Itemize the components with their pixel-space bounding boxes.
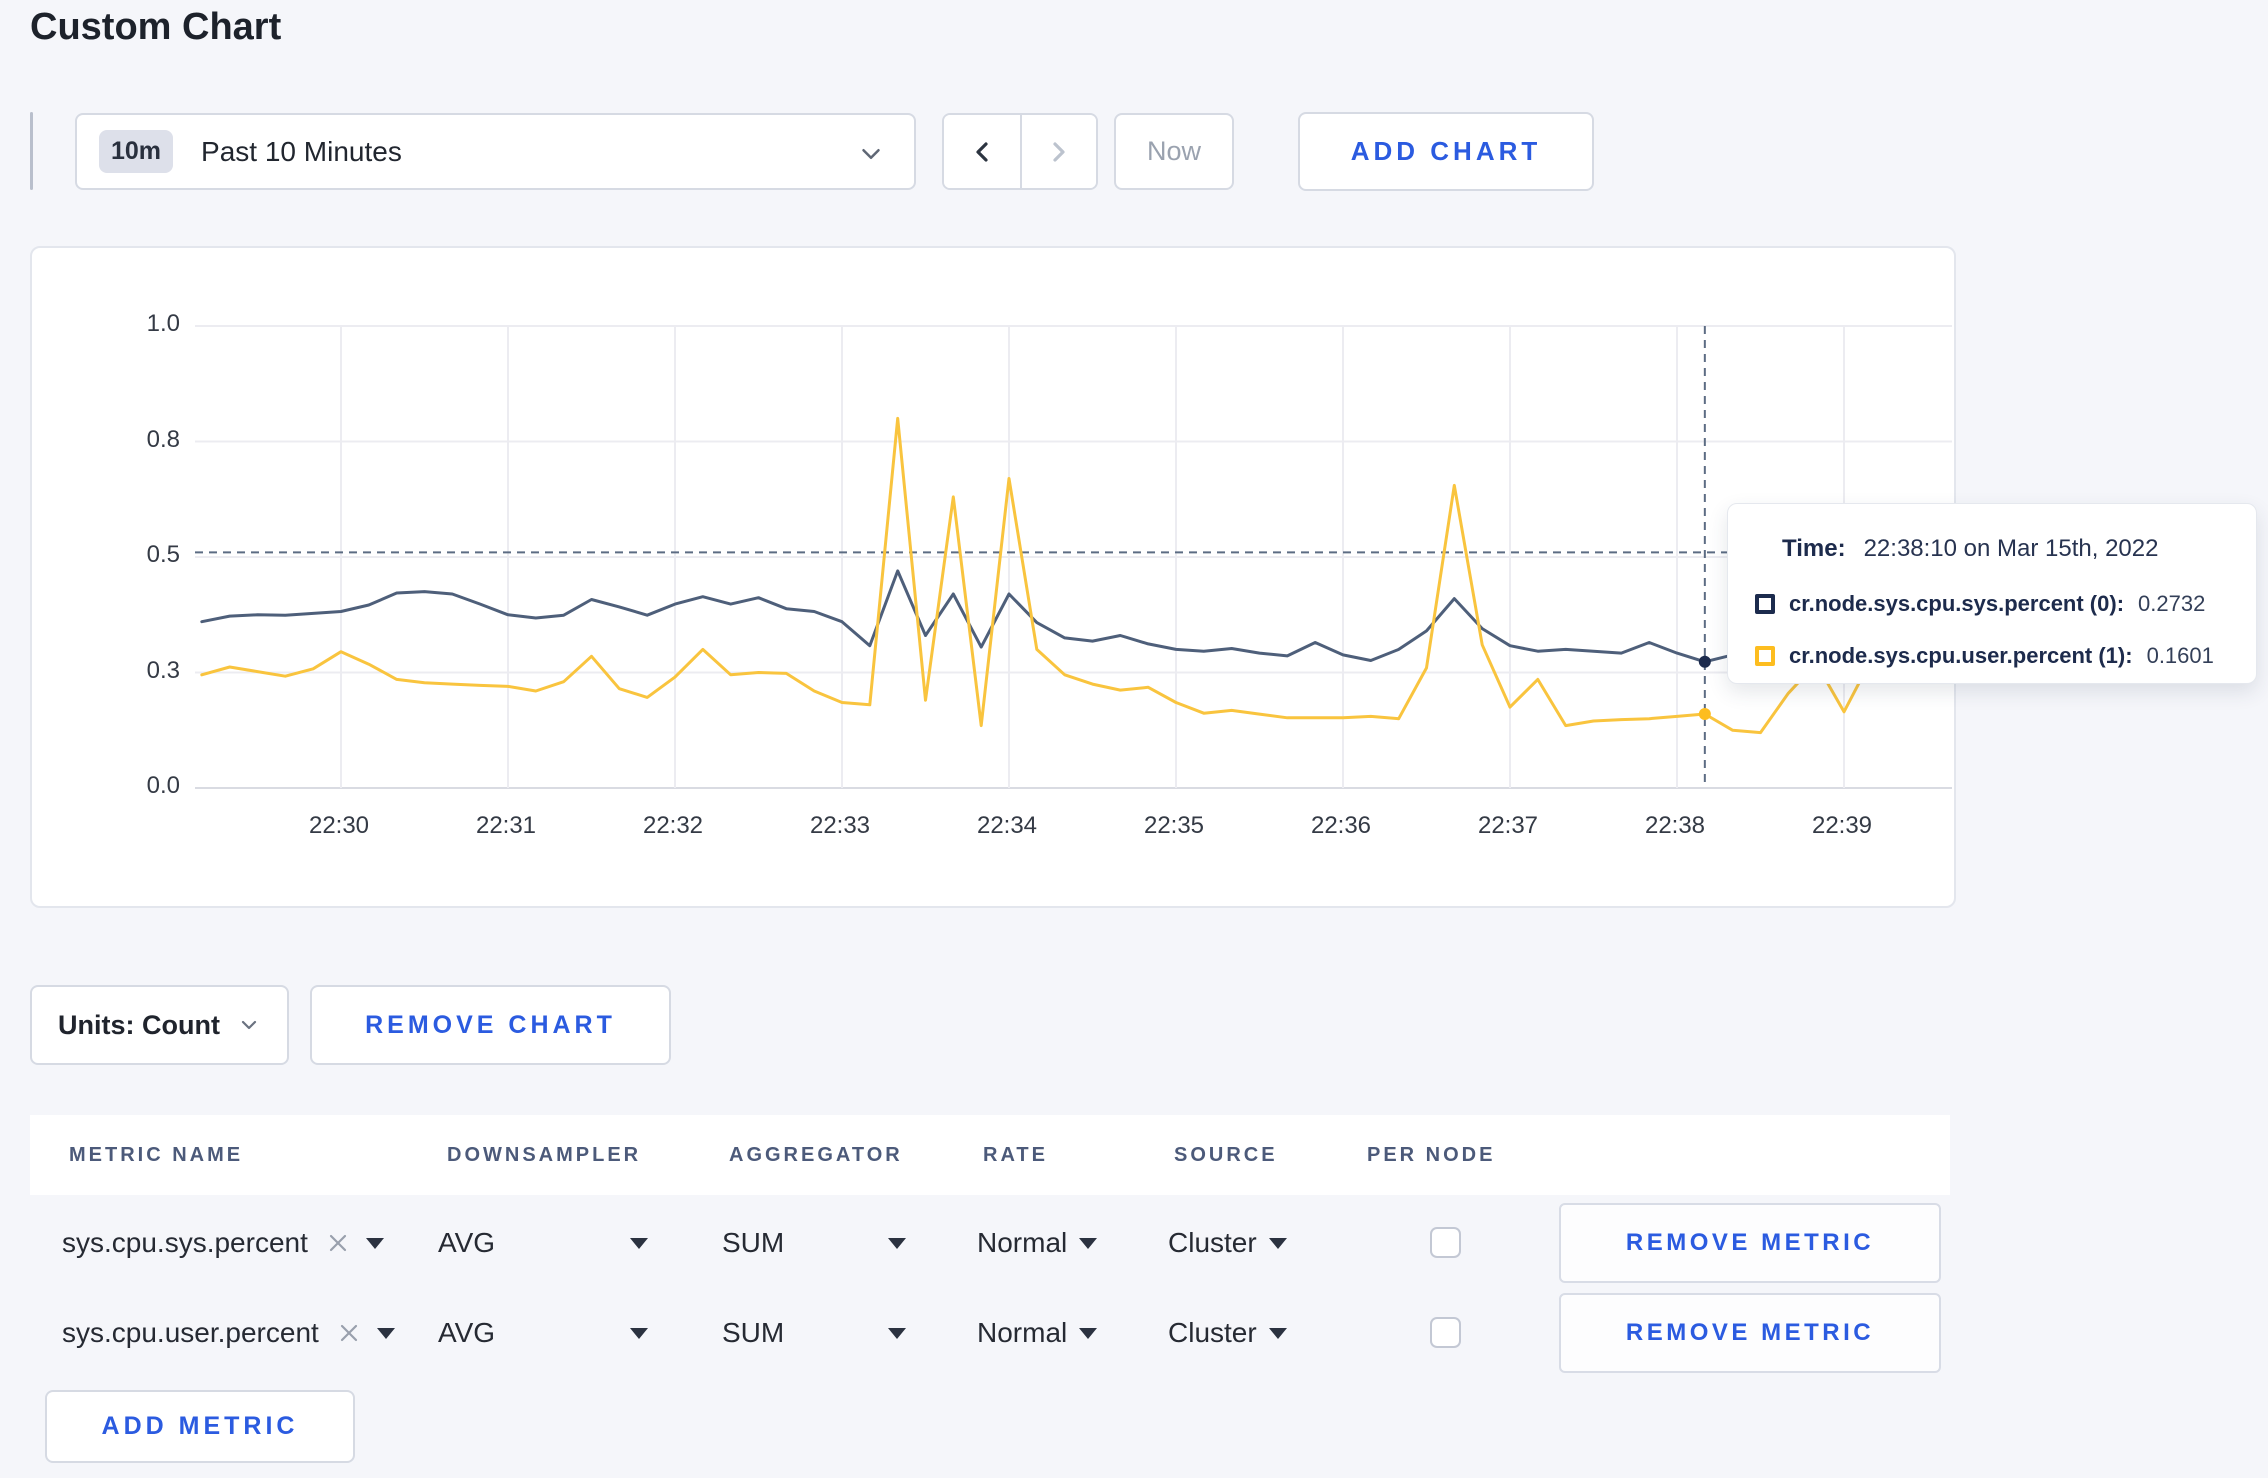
downsampler-caret[interactable]	[630, 1292, 648, 1374]
remove-chart-button[interactable]: REMOVE CHART	[310, 985, 671, 1065]
aggregator-select[interactable]: SUM	[722, 1292, 784, 1374]
prev-timerange-button[interactable]	[944, 115, 1020, 188]
metric-table-row: sys.cpu.user.percent AVG SUM Normal Clus…	[30, 1292, 1950, 1374]
next-timerange-button[interactable]	[1020, 115, 1096, 188]
time-range-label: Past 10 Minutes	[201, 135, 402, 167]
caret-down-icon	[1268, 1237, 1287, 1249]
downsampler-value: AVG	[438, 1317, 496, 1348]
rate-value: Normal	[977, 1317, 1068, 1348]
downsampler-select[interactable]: AVG	[438, 1292, 495, 1374]
tooltip-series-value: 0.1601	[2146, 643, 2214, 668]
remove-metric-button[interactable]: REMOVE METRIC	[1559, 1293, 1941, 1373]
caret-down-icon	[1079, 1327, 1098, 1339]
tooltip-series-value: 0.2732	[2138, 591, 2206, 616]
add-chart-button[interactable]: ADD CHART	[1298, 112, 1594, 191]
tooltip-series-name: cr.node.sys.cpu.user.percent (1):	[1789, 643, 2133, 668]
downsampler-value: AVG	[438, 1227, 496, 1258]
chart-panel	[30, 246, 1958, 910]
time-range-badge: 10m	[99, 130, 174, 173]
per-node-checkbox[interactable]	[1430, 1227, 1461, 1258]
caret-down-icon	[630, 1327, 648, 1339]
tooltip-time-row: Time: 22:38:10 on Mar 15th, 2022	[1782, 535, 2158, 563]
chart-hover-tooltip: Time: 22:38:10 on Mar 15th, 2022 cr.node…	[1727, 503, 2257, 684]
now-button[interactable]: Now	[1114, 113, 1234, 190]
time-nav-group	[942, 113, 1098, 190]
metric-name-label: sys.cpu.user.percent	[62, 1317, 319, 1348]
metric-name-cell[interactable]: sys.cpu.user.percent	[62, 1292, 395, 1374]
chevron-left-icon	[976, 141, 988, 162]
col-header-per-node: PER NODE	[1367, 1144, 1496, 1166]
col-header-source: SOURCE	[1174, 1144, 1278, 1166]
page-title: Custom Chart	[30, 6, 282, 48]
tooltip-time-label: Time:	[1782, 535, 1846, 562]
aggregator-value: SUM	[722, 1227, 785, 1258]
col-header-aggregator: AGGREGATOR	[729, 1144, 903, 1166]
col-header-downsampler: DOWNSAMPLER	[447, 1144, 642, 1166]
col-header-rate: RATE	[983, 1144, 1048, 1166]
downsampler-caret[interactable]	[630, 1202, 648, 1284]
per-node-checkbox[interactable]	[1430, 1317, 1461, 1348]
aggregator-caret[interactable]	[888, 1202, 906, 1284]
caret-down-icon	[630, 1237, 648, 1249]
caret-down-icon	[888, 1327, 906, 1339]
source-value: Cluster	[1168, 1227, 1257, 1258]
caret-down-icon	[1079, 1237, 1098, 1249]
col-header-metric-name: METRIC NAME	[69, 1144, 244, 1166]
rate-select[interactable]: Normal	[977, 1202, 1098, 1284]
chevron-right-icon	[1053, 141, 1065, 162]
source-select[interactable]: Cluster	[1168, 1202, 1287, 1284]
remove-metric-button[interactable]: REMOVE METRIC	[1559, 1203, 1941, 1283]
aggregator-value: SUM	[722, 1317, 785, 1348]
toolbar-accent-bar	[30, 112, 33, 190]
time-range-dropdown[interactable]: 10m Past 10 Minutes	[75, 113, 916, 190]
series-swatch-sys-icon	[1755, 594, 1775, 614]
metric-name-cell[interactable]: sys.cpu.sys.percent	[62, 1202, 384, 1284]
chevron-down-icon	[241, 1020, 257, 1030]
remove-tag-x-icon[interactable]	[326, 1231, 350, 1255]
source-select[interactable]: Cluster	[1168, 1292, 1287, 1374]
caret-down-icon	[888, 1237, 906, 1249]
metric-name-label: sys.cpu.sys.percent	[62, 1227, 308, 1258]
rate-select[interactable]: Normal	[977, 1292, 1098, 1374]
tooltip-series-name: cr.node.sys.cpu.sys.percent (0):	[1789, 591, 2125, 616]
rate-value: Normal	[977, 1227, 1068, 1258]
downsampler-select[interactable]: AVG	[438, 1202, 495, 1284]
caret-down-icon	[1268, 1327, 1287, 1339]
caret-down-icon[interactable]	[365, 1237, 384, 1249]
tooltip-time-value: 22:38:10 on Mar 15th, 2022	[1863, 535, 2159, 562]
tooltip-series-row: cr.node.sys.cpu.user.percent (1): 0.1601	[1755, 643, 2214, 669]
caret-down-icon[interactable]	[376, 1327, 395, 1339]
chevron-down-icon	[862, 149, 880, 159]
metric-table-row: sys.cpu.sys.percent AVG SUM Normal Clust…	[30, 1202, 1950, 1284]
metrics-table-header: METRIC NAME DOWNSAMPLER AGGREGATOR RATE …	[30, 1115, 1950, 1195]
add-metric-button[interactable]: ADD METRIC	[45, 1390, 355, 1463]
line-chart[interactable]	[32, 248, 1958, 910]
tooltip-series-row: cr.node.sys.cpu.sys.percent (0): 0.2732	[1755, 591, 2205, 617]
units-dropdown[interactable]: Units: Count	[30, 985, 289, 1065]
aggregator-select[interactable]: SUM	[722, 1202, 784, 1284]
source-value: Cluster	[1168, 1317, 1257, 1348]
aggregator-caret[interactable]	[888, 1292, 906, 1374]
series-swatch-user-icon	[1755, 646, 1775, 666]
units-label: Units: Count	[58, 1009, 220, 1040]
remove-tag-x-icon[interactable]	[337, 1321, 361, 1345]
